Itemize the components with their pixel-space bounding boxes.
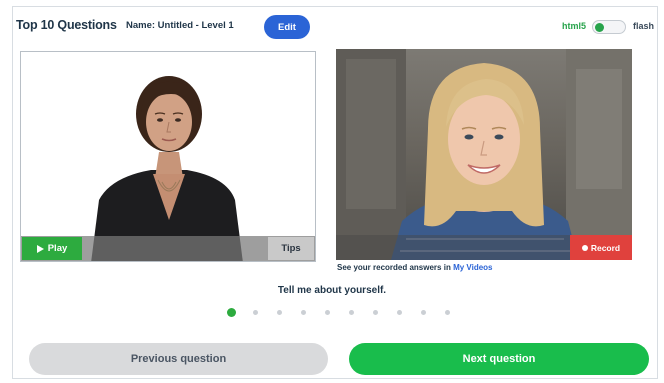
progress-dot[interactable] — [349, 310, 354, 315]
progress-dot[interactable] — [397, 310, 402, 315]
interviewer-video: Play Tips — [20, 51, 316, 262]
progress-dot[interactable] — [253, 310, 258, 315]
edit-name-button[interactable]: Edit — [264, 15, 310, 39]
interviewer-image — [91, 76, 243, 261]
toggle-switch[interactable] — [592, 20, 626, 34]
progress-dot[interactable] — [421, 310, 426, 315]
play-button[interactable]: Play — [22, 237, 82, 260]
toggle-knob — [595, 23, 604, 32]
record-button[interactable]: Record — [570, 235, 632, 260]
progress-dot[interactable] — [373, 310, 378, 315]
previous-question-button[interactable]: Previous question — [29, 343, 328, 375]
play-button-label: Play — [47, 243, 68, 254]
progress-dot[interactable] — [277, 310, 282, 315]
webcam-image — [336, 49, 632, 260]
progress-dot[interactable] — [227, 308, 236, 317]
webcam-video: Record — [336, 49, 632, 260]
record-button-label: Record — [590, 242, 621, 253]
interviewer-scene — [21, 52, 315, 261]
webcam-scene — [336, 49, 632, 260]
next-question-button[interactable]: Next question — [349, 343, 649, 375]
progress-dot[interactable] — [445, 310, 450, 315]
recorded-note-text: See your recorded answers in — [337, 263, 451, 272]
my-videos-link[interactable]: My Videos — [453, 263, 492, 272]
record-dot-icon — [581, 244, 588, 251]
tips-button[interactable]: Tips — [268, 237, 314, 260]
play-icon — [36, 244, 44, 253]
header: Top 10 Questions Name: Untitled - Level … — [16, 15, 654, 41]
progress-dot[interactable] — [325, 310, 330, 315]
toggle-label-flash: flash — [632, 21, 654, 31]
session-name-label: Name: Untitled - Level 1 — [126, 20, 234, 31]
question-text: Tell me about yourself. — [277, 285, 387, 296]
toggle-label-html5: html5 — [561, 21, 586, 31]
recorded-answers-note: See your recorded answers in My Videos — [337, 263, 492, 272]
page-title: Top 10 Questions — [16, 18, 117, 32]
progress-dot[interactable] — [301, 310, 306, 315]
